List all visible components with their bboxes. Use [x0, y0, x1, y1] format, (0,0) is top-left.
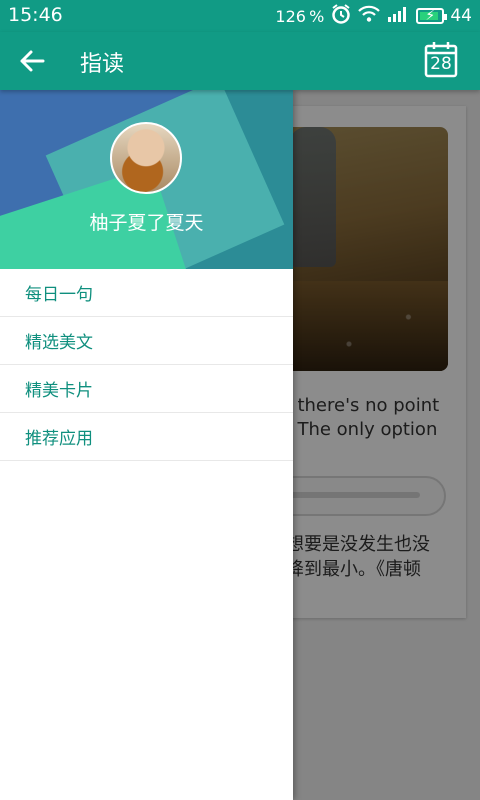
- menu-item-recommended-apps[interactable]: 推荐应用: [0, 413, 293, 461]
- menu-item-label: 每日一句: [25, 285, 93, 305]
- alarm-icon: [330, 3, 352, 30]
- menu-item-daily-sentence[interactable]: 每日一句: [0, 269, 293, 317]
- status-right: 126 % ⚡ 44: [275, 3, 472, 30]
- wifi-icon: [358, 5, 381, 28]
- page-title: 指读: [80, 52, 125, 77]
- navigation-drawer: 柚子夏了夏天 每日一句 精选美文 精美卡片 推荐应用: [0, 90, 293, 800]
- calendar-icon[interactable]: 28: [424, 40, 458, 78]
- calendar-day: 28: [430, 54, 452, 74]
- menu-item-cards[interactable]: 精美卡片: [0, 365, 293, 413]
- menu-item-label: 精选美文: [25, 333, 93, 353]
- battery-icon: ⚡: [416, 8, 448, 24]
- status-bar: 15:46 126 % ⚡ 44: [0, 0, 480, 32]
- drawer-menu: 每日一句 精选美文 精美卡片 推荐应用: [0, 269, 293, 461]
- avatar[interactable]: [110, 122, 182, 194]
- status-time: 15:46: [8, 4, 63, 26]
- drawer-header: 柚子夏了夏天: [0, 90, 293, 269]
- battery-level: 44: [450, 6, 472, 26]
- network-speed: 126 %: [275, 6, 325, 26]
- back-arrow-icon[interactable]: [18, 47, 46, 75]
- app-bar: 指读 28: [0, 32, 480, 90]
- menu-item-label: 精美卡片: [25, 381, 93, 401]
- signal-icon: [386, 5, 410, 28]
- username: 柚子夏了夏天: [89, 212, 204, 234]
- menu-item-selected-articles[interactable]: 精选美文: [0, 317, 293, 365]
- menu-item-label: 推荐应用: [25, 429, 93, 449]
